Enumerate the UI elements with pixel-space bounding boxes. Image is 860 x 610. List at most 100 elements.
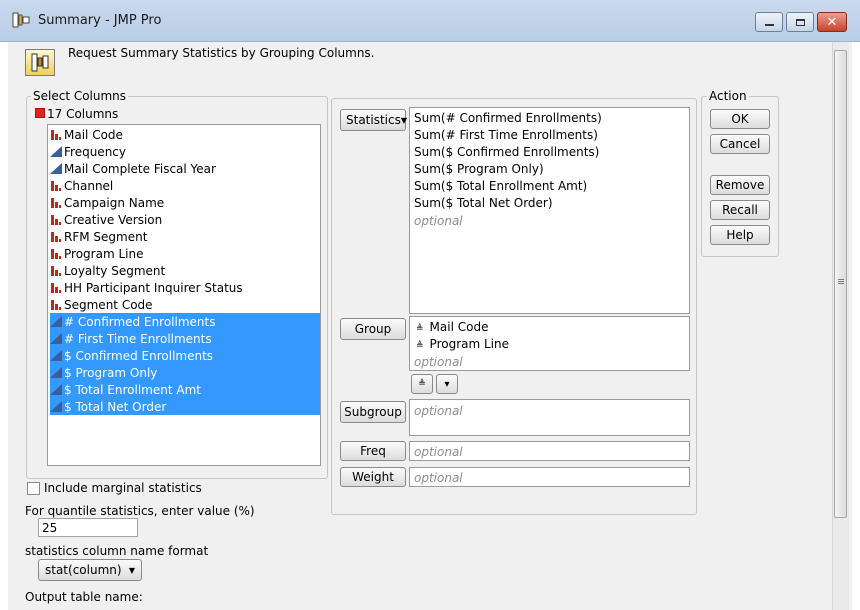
group-list-item-label: Mail Code	[429, 320, 489, 334]
group-button[interactable]: Group	[340, 318, 406, 340]
ascending-order-icon: ≜	[416, 324, 424, 334]
column-list-item[interactable]: Program Line	[50, 245, 320, 262]
weight-field[interactable]: optional	[409, 467, 690, 487]
nominal-column-icon	[50, 196, 62, 209]
continuous-column-icon	[50, 315, 62, 328]
group-list-item[interactable]: ≜ Program Line	[416, 337, 509, 351]
statistics-list-item[interactable]: Sum($ Confirmed Enrollments)	[414, 145, 599, 159]
column-list-item-label: $ Total Enrollment Amt	[64, 382, 201, 397]
include-marginal-checkbox[interactable]	[27, 482, 40, 495]
name-format-select[interactable]: stat(column) ▼	[38, 559, 142, 581]
column-list-item-label: Creative Version	[64, 212, 163, 227]
statistics-optional: optional	[414, 214, 463, 228]
nominal-column-icon	[50, 128, 62, 141]
column-list-item-label: Segment Code	[64, 297, 153, 312]
statistics-button[interactable]: Statistics ▼	[340, 109, 408, 131]
column-list-item[interactable]: Loyalty Segment	[50, 262, 320, 279]
close-button[interactable]: ✕	[817, 12, 847, 32]
maximize-icon	[795, 18, 805, 26]
column-list-item[interactable]: Campaign Name	[50, 194, 320, 211]
subgroup-button[interactable]: Subgroup	[340, 401, 406, 423]
column-list-item-label: Mail Complete Fiscal Year	[64, 161, 216, 176]
column-list-item[interactable]: $ Confirmed Enrollments	[50, 347, 320, 364]
column-list-item[interactable]: Mail Complete Fiscal Year	[50, 160, 320, 177]
column-list-item-label: # Confirmed Enrollments	[64, 314, 216, 329]
columns-list[interactable]: Mail Code Frequency Mail Complete Fiscal Y…	[47, 124, 321, 466]
freq-button[interactable]: Freq	[340, 441, 406, 461]
dropdown-arrow-icon: ▼	[400, 115, 408, 125]
ok-button[interactable]: OK	[710, 109, 770, 129]
statistics-list-item[interactable]: Sum($ Total Net Order)	[414, 196, 553, 210]
remove-button[interactable]: Remove	[710, 175, 770, 195]
column-count: 17 Columns	[47, 107, 119, 121]
action-label: Action	[707, 89, 749, 103]
column-list-item-label: Mail Code	[64, 127, 123, 142]
nominal-column-icon	[50, 213, 62, 226]
group-list[interactable]: ≜ Mail Code ≜ Program Line optional	[409, 316, 690, 371]
close-icon: ✕	[826, 14, 838, 30]
column-list-item[interactable]: Segment Code	[50, 296, 320, 313]
nominal-column-icon	[50, 230, 62, 243]
quantile-input[interactable]: 25	[38, 518, 138, 537]
minimize-button[interactable]	[755, 12, 783, 32]
continuous-column-icon	[50, 400, 62, 413]
continuous-column-icon	[50, 145, 62, 158]
nominal-column-icon	[50, 264, 62, 277]
column-list-item-label: $ Program Only	[64, 365, 158, 380]
recall-button[interactable]: Recall	[710, 200, 770, 220]
continuous-column-icon	[50, 383, 62, 396]
maximize-button[interactable]	[786, 12, 814, 32]
move-down-button[interactable]: ▾	[436, 374, 458, 394]
summary-icon	[25, 49, 55, 76]
ascending-order-icon: ≜	[416, 341, 424, 351]
continuous-column-icon	[50, 349, 62, 362]
column-list-item[interactable]: $ Total Net Order	[50, 398, 320, 415]
statistics-list-item[interactable]: Sum($ Total Enrollment Amt)	[414, 179, 587, 193]
column-list-item[interactable]: RFM Segment	[50, 228, 320, 245]
freq-field[interactable]: optional	[409, 441, 690, 461]
nominal-column-icon	[50, 298, 62, 311]
move-up-button[interactable]: ≜	[411, 374, 433, 394]
column-list-item[interactable]: $ Program Only	[50, 364, 320, 381]
continuous-column-icon	[50, 366, 62, 379]
select-columns-label: Select Columns	[31, 89, 129, 103]
dropdown-arrow-icon: ▼	[128, 565, 135, 575]
weight-optional: optional	[414, 471, 463, 485]
column-list-item[interactable]: # First Time Enrollments	[50, 330, 320, 347]
collapse-toggle-icon[interactable]	[35, 108, 45, 118]
column-list-item-label: Frequency	[64, 144, 126, 159]
sort-ascending-icon: ≜	[418, 379, 426, 389]
statistics-list-item[interactable]: Sum($ Program Only)	[414, 162, 544, 176]
column-list-item-label: Campaign Name	[64, 195, 165, 210]
sort-descending-icon: ▾	[444, 378, 450, 390]
group-optional: optional	[414, 355, 463, 369]
statistics-list-item[interactable]: Sum(# First Time Enrollments)	[414, 128, 598, 142]
continuous-column-icon	[50, 332, 62, 345]
group-list-item[interactable]: ≜ Mail Code	[416, 320, 488, 334]
column-list-item-label: Program Line	[64, 246, 144, 261]
column-list-item[interactable]: Mail Code	[50, 126, 320, 143]
column-list-item[interactable]: Creative Version	[50, 211, 320, 228]
column-list-item-label: HH Participant Inquirer Status	[64, 280, 243, 295]
statistics-list-item[interactable]: Sum(# Confirmed Enrollments)	[414, 111, 602, 125]
column-list-item-label: Channel	[64, 178, 114, 193]
help-button[interactable]: Help	[710, 225, 770, 245]
statistics-list[interactable]: Sum(# Confirmed Enrollments) Sum(# First …	[409, 107, 690, 314]
subgroup-list[interactable]: optional	[409, 399, 690, 436]
column-list-item[interactable]: Channel	[50, 177, 320, 194]
column-list-item-label: $ Confirmed Enrollments	[64, 348, 214, 363]
output-table-label: Output table name:	[25, 590, 143, 604]
name-format-label: statistics column name format	[25, 544, 209, 558]
scrollbar-thumb[interactable]	[834, 50, 847, 518]
column-list-item[interactable]: # Confirmed Enrollments	[50, 313, 320, 330]
nominal-column-icon	[50, 281, 62, 294]
subgroup-optional: optional	[414, 404, 463, 418]
weight-button[interactable]: Weight	[340, 467, 406, 487]
column-list-item[interactable]: Frequency	[50, 143, 320, 160]
column-list-item[interactable]: $ Total Enrollment Amt	[50, 381, 320, 398]
nominal-column-icon	[50, 247, 62, 260]
cancel-button[interactable]: Cancel	[710, 134, 770, 154]
column-list-item[interactable]: HH Participant Inquirer Status	[50, 279, 320, 296]
name-format-value: stat(column)	[45, 563, 122, 577]
column-list-item-label: $ Total Net Order	[64, 399, 167, 414]
